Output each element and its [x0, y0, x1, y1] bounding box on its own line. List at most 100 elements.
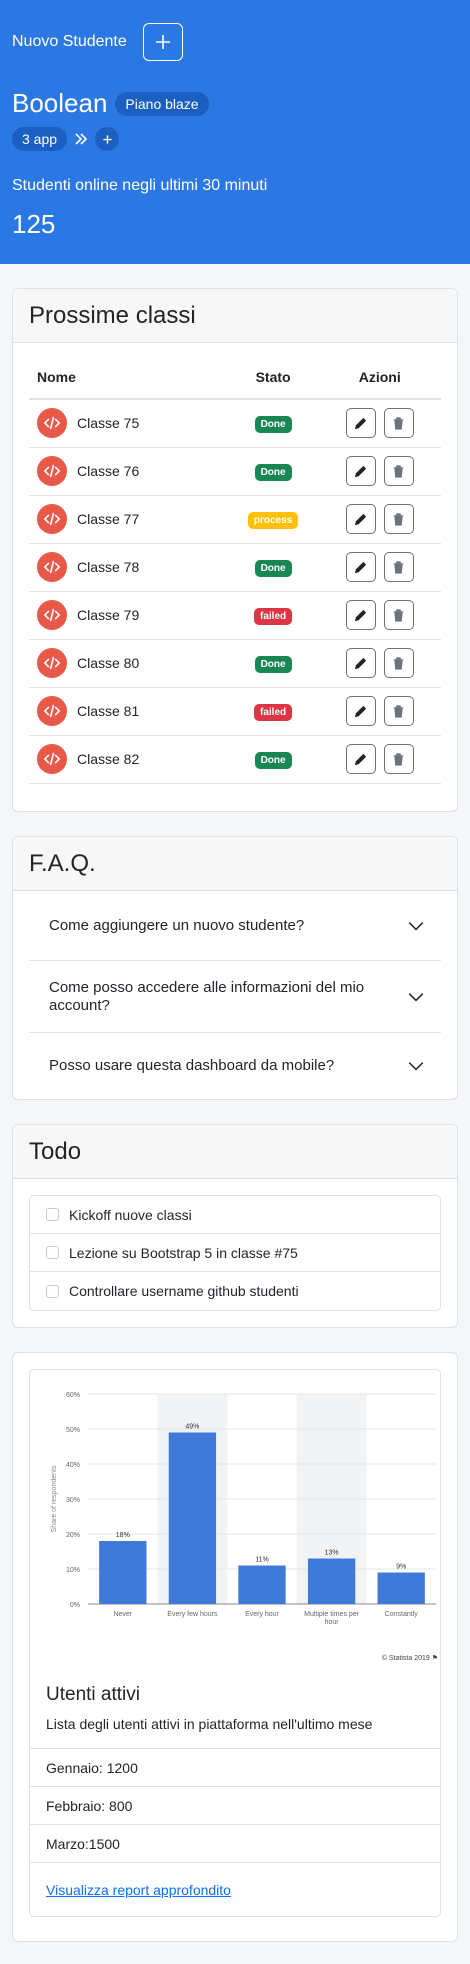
- y-tick-label: 60%: [66, 1392, 80, 1399]
- faq-item[interactable]: Posso usare questa dashboard da mobile?: [29, 1033, 441, 1099]
- code-icon: [43, 608, 61, 622]
- class-name-cell: Classe 82: [29, 735, 228, 784]
- x-tick-label: Multiple times per: [304, 1611, 360, 1618]
- todo-item[interactable]: Lezione su Bootstrap 5 in classe #75: [30, 1234, 440, 1272]
- status-cell: failed: [227, 687, 319, 736]
- class-icon: [37, 456, 67, 486]
- report-link[interactable]: Visualizza report approfondito: [46, 1882, 231, 1898]
- pencil-icon: [355, 561, 367, 573]
- table-row: Classe 80 Done: [29, 639, 441, 688]
- delete-button[interactable]: [383, 552, 414, 582]
- class-name-cell: Classe 80: [29, 639, 228, 688]
- edit-button[interactable]: [345, 696, 376, 726]
- y-tick-label: 40%: [66, 1462, 80, 1469]
- table-row: Classe 82 Done: [29, 735, 441, 784]
- actions-cell: [318, 591, 441, 640]
- classes-table: Nome Stato Azioni Classe 75 Done Classe 76…: [29, 355, 441, 784]
- status-cell: Done: [227, 447, 319, 496]
- active-users-subtitle: Lista degli utenti attivi in piattaforma…: [46, 1716, 373, 1732]
- faq-question: Come aggiungere un nuovo studente?: [49, 916, 305, 934]
- chevron-down-icon: [408, 1062, 424, 1071]
- status-badge: Done: [254, 415, 292, 433]
- edit-button[interactable]: [345, 456, 376, 486]
- status-cell: Done: [227, 399, 319, 448]
- todo-checkbox[interactable]: [46, 1284, 59, 1298]
- todo-item[interactable]: Kickoff nuove classi: [30, 1196, 440, 1234]
- stats-card: 0% 10% 20% 30% 40% 50% 60% Share of respondents…: [12, 1352, 458, 1942]
- add-student-button[interactable]: [142, 23, 183, 61]
- class-icon: [37, 744, 67, 774]
- trash-icon: [394, 656, 404, 670]
- status-badge: failed: [254, 607, 293, 625]
- edit-button[interactable]: [345, 504, 376, 534]
- x-tick-label: Every few hours: [167, 1611, 218, 1618]
- month-row: Marzo:1500: [30, 1824, 440, 1862]
- y-tick-label: 10%: [66, 1567, 80, 1574]
- table-row: Classe 76 Done: [29, 447, 441, 496]
- class-name: Classe 76: [77, 463, 140, 479]
- delete-button[interactable]: [383, 744, 414, 774]
- trash-icon: [394, 704, 404, 718]
- edit-button[interactable]: [345, 552, 376, 582]
- class-name-cell: Classe 75: [29, 399, 228, 448]
- edit-button[interactable]: [345, 408, 376, 439]
- delete-button[interactable]: [383, 504, 414, 534]
- table-row: Classe 79 failed: [29, 591, 441, 640]
- chart-bar: [168, 1432, 217, 1604]
- status-cell: failed: [227, 591, 319, 640]
- chart-credit: © Statista 2019 ⚑: [382, 1654, 438, 1662]
- chevron-down-icon: [408, 921, 424, 930]
- status-badge: Done: [254, 559, 292, 577]
- y-tick-label: 20%: [66, 1532, 80, 1539]
- bar-value-label: 11%: [255, 1557, 269, 1564]
- delete-button[interactable]: [383, 600, 414, 630]
- class-name-cell: Classe 77: [29, 495, 228, 544]
- faq-question: Posso usare questa dashboard da mobile?: [49, 1057, 335, 1074]
- code-icon: [43, 704, 61, 718]
- faq-item[interactable]: Come aggiungere un nuovo studente?: [29, 891, 441, 961]
- class-name: Classe 81: [77, 703, 140, 719]
- status-badge: process: [247, 511, 299, 529]
- todo-checkbox[interactable]: [46, 1208, 59, 1221]
- trash-icon: [394, 512, 404, 526]
- status-badge: Done: [254, 655, 292, 673]
- classes-card: Prossime classi Nome Stato Azioni Classe…: [12, 288, 458, 812]
- delete-button[interactable]: [383, 408, 414, 439]
- faq-item[interactable]: Come posso accedere alle informazioni de…: [29, 961, 441, 1033]
- new-student-label: Nuovo Studente: [12, 33, 127, 50]
- add-app-button[interactable]: [95, 127, 120, 151]
- y-axis-label: Share of respondents: [51, 1465, 58, 1532]
- chart-bar: [99, 1541, 147, 1604]
- todo-checkbox[interactable]: [46, 1246, 59, 1259]
- delete-button[interactable]: [383, 696, 414, 726]
- todo-label: Kickoff nuove classi: [69, 1206, 192, 1223]
- class-icon: [37, 552, 67, 582]
- class-icon: [37, 408, 67, 439]
- faq-question: Come posso accedere alle informazioni de…: [49, 978, 365, 1014]
- table-row: Classe 77 process: [29, 495, 441, 544]
- apps-badge[interactable]: 3 app: [12, 127, 68, 151]
- actions-cell: [318, 495, 441, 544]
- class-name: Classe 80: [77, 655, 140, 671]
- todo-item[interactable]: Controllare username github studenti: [30, 1272, 440, 1310]
- double-chevron-right-icon: [75, 133, 88, 145]
- class-icon: [37, 600, 67, 630]
- class-name: Classe 79: [77, 607, 140, 623]
- delete-button[interactable]: [383, 456, 414, 486]
- edit-button[interactable]: [345, 744, 376, 774]
- edit-button[interactable]: [345, 600, 376, 630]
- active-users-title: Utenti attivi: [46, 1684, 140, 1705]
- class-icon: [37, 696, 67, 726]
- bar-value-label: 49%: [185, 1424, 199, 1431]
- code-icon: [43, 464, 61, 478]
- delete-button[interactable]: [383, 648, 414, 678]
- edit-button[interactable]: [345, 648, 376, 678]
- col-header-actions: Azioni: [318, 355, 441, 400]
- class-name: Classe 77: [77, 511, 140, 527]
- bar-value-label: 18%: [116, 1532, 130, 1539]
- class-name-cell: Classe 81: [29, 687, 228, 736]
- chart-bar: [238, 1565, 286, 1604]
- y-tick-label: 0%: [70, 1602, 80, 1609]
- class-name-cell: Classe 78: [29, 543, 228, 592]
- y-tick-label: 30%: [66, 1497, 80, 1504]
